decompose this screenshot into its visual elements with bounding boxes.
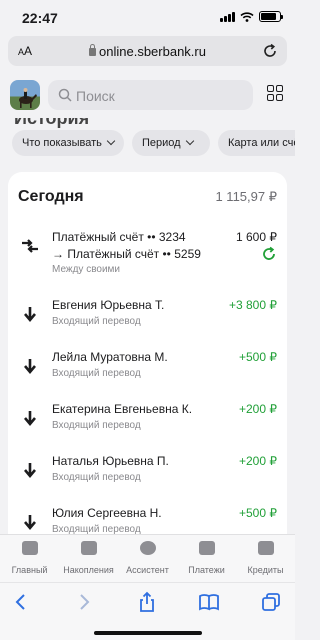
status-time: 22:47 xyxy=(22,10,58,26)
search-placeholder: Поиск xyxy=(76,88,115,104)
tab-credits[interactable]: Кредиты xyxy=(236,541,295,578)
day-total: 1 115,97 ₽ xyxy=(215,189,277,204)
app-header: Поиск xyxy=(0,72,295,118)
status-bar: 22:47 xyxy=(0,0,295,34)
address-bar[interactable]: AA online.sberbank.ru xyxy=(8,36,287,66)
incoming-arrow-icon xyxy=(24,411,36,427)
tab-payments[interactable]: Платежи xyxy=(177,541,236,578)
transaction-row[interactable]: Наталья Юрьевна П. Входящий перевод +200… xyxy=(8,452,287,506)
search-icon xyxy=(58,88,72,102)
wallet-icon xyxy=(257,541,274,555)
transaction-sender: Юлия Сергеевна Н. xyxy=(52,506,162,520)
cellular-signal-icon xyxy=(220,11,235,22)
transactions-card: Сегодня 1 115,97 ₽ Платёжный счёт •• 323… xyxy=(8,172,287,572)
transaction-amount: 1 600 ₽ xyxy=(236,230,277,244)
status-icons xyxy=(220,11,283,22)
battery-icon xyxy=(259,11,283,22)
transaction-category: Между своими xyxy=(52,264,121,275)
url-text[interactable]: online.sberbank.ru xyxy=(8,44,287,59)
transaction-row[interactable]: Евгения Юрьевна Т. Входящий перевод +3 8… xyxy=(8,296,287,350)
forward-icon[interactable] xyxy=(73,591,95,613)
payments-icon xyxy=(198,541,215,555)
home-indicator xyxy=(94,631,202,635)
share-icon[interactable] xyxy=(136,591,158,613)
avatar-image xyxy=(19,88,37,108)
home-icon xyxy=(21,541,38,555)
tab-assistant[interactable]: Ассистент xyxy=(118,541,177,578)
filter-what-to-show[interactable]: Что показывать xyxy=(12,130,124,156)
transaction-sender: Екатерина Евгеньевна К. xyxy=(52,402,193,416)
tabs-icon[interactable] xyxy=(260,591,282,613)
transaction-sender: Евгения Юрьевна Т. xyxy=(52,298,165,312)
chevron-down-icon xyxy=(106,136,116,146)
transaction-amount: +200 ₽ xyxy=(239,454,277,468)
grid-menu-icon[interactable] xyxy=(267,85,283,101)
transaction-type: Входящий перевод xyxy=(52,316,141,327)
transaction-sender: Наталья Юрьевна П. xyxy=(52,454,169,468)
chevron-down-icon xyxy=(185,136,194,146)
filter-card-or-account[interactable]: Карта или счё xyxy=(218,130,295,156)
tab-savings[interactable]: Накопления xyxy=(59,541,118,578)
transaction-amount: +200 ₽ xyxy=(239,402,277,416)
transaction-title: Платёжный счёт •• 3234 xyxy=(52,230,186,244)
incoming-arrow-icon xyxy=(24,359,36,375)
chart-icon xyxy=(80,541,97,555)
filter-period[interactable]: Период xyxy=(132,130,210,156)
url-label: online.sberbank.ru xyxy=(99,44,206,59)
bookmarks-icon[interactable] xyxy=(198,591,220,613)
transaction-row[interactable]: Платёжный счёт •• 3234 → Платёжный счёт … xyxy=(8,228,287,282)
tab-main[interactable]: Главный xyxy=(0,541,59,578)
assistant-icon xyxy=(139,541,156,555)
transaction-type: Входящий перевод xyxy=(52,368,141,379)
battery-level xyxy=(261,13,277,20)
app-tabbar: Главный Накопления Ассистент Платежи Кре… xyxy=(0,534,295,582)
reload-icon[interactable] xyxy=(261,42,279,60)
transaction-sender: Лейла Муратовна М. xyxy=(52,350,168,364)
transfer-between-accounts-icon xyxy=(22,239,38,253)
back-icon[interactable] xyxy=(10,591,32,613)
incoming-arrow-icon xyxy=(24,515,36,531)
transaction-amount: +500 ₽ xyxy=(239,506,277,520)
transaction-amount: +500 ₽ xyxy=(239,350,277,364)
filter-chips: Что показывать Период Карта или счё xyxy=(0,130,295,158)
transaction-row[interactable]: Екатерина Евгеньевна К. Входящий перевод… xyxy=(8,400,287,454)
incoming-arrow-icon xyxy=(24,307,36,323)
search-input[interactable]: Поиск xyxy=(48,80,253,110)
incoming-arrow-icon xyxy=(24,463,36,479)
refresh-icon xyxy=(263,246,275,260)
transaction-type: Входящий перевод xyxy=(52,420,141,431)
day-title: Сегодня xyxy=(18,188,84,205)
transaction-type: Входящий перевод xyxy=(52,472,141,483)
lock-icon xyxy=(89,44,97,56)
avatar[interactable] xyxy=(10,80,40,110)
wifi-icon xyxy=(240,11,254,22)
transaction-row[interactable]: Лейла Муратовна М. Входящий перевод +500… xyxy=(8,348,287,402)
transaction-subtitle: → Платёжный счёт •• 5259 xyxy=(52,247,201,261)
transaction-amount: +3 800 ₽ xyxy=(228,298,277,312)
